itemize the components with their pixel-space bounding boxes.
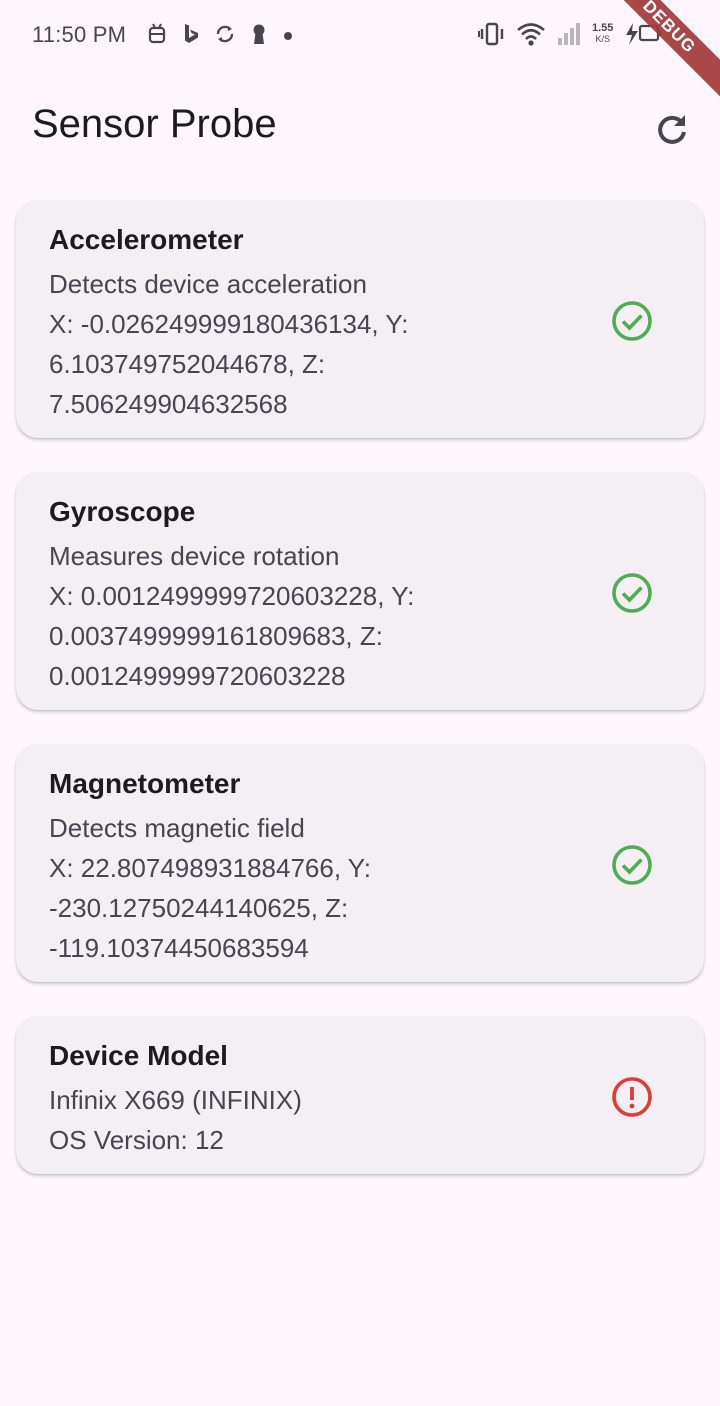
card-value-line: -119.10374450683594 — [49, 933, 309, 963]
card-title: Gyroscope — [49, 496, 196, 527]
card-value-line: -230.12750244140625, Z: — [49, 893, 349, 923]
check-circle-icon — [610, 571, 654, 615]
bing-icon — [180, 22, 202, 46]
refresh-icon — [654, 112, 690, 153]
app-bar: Sensor Probe — [0, 72, 720, 184]
network-speed-value: 1.55 — [592, 22, 614, 34]
status-time: 11:50 PM — [32, 22, 127, 47]
device-info-card: Device Model Infinix X669 (INFINIX) OS V… — [16, 1016, 704, 1174]
sensor-card-magnetometer: Magnetometer Detects magnetic field X: 2… — [16, 744, 704, 982]
page-title: Sensor Probe — [32, 102, 277, 146]
card-value-line: 6.103749752044678, Z: — [49, 349, 326, 379]
card-value-line: OS Version: 12 — [49, 1125, 224, 1155]
check-circle-icon — [610, 843, 654, 887]
vibrate-icon — [478, 20, 506, 48]
status-bar: 11:50 PM 1.55 K/S — [0, 0, 720, 72]
refresh-button[interactable] — [644, 104, 700, 160]
card-description: Measures device rotation — [49, 541, 340, 571]
robot-icon — [146, 22, 168, 46]
card-title: Magnetometer — [49, 768, 241, 799]
card-value-line: X: 0.0012499999720603228, Y: — [49, 581, 415, 611]
card-content: Device Model Infinix X669 (INFINIX) OS V… — [49, 1038, 589, 1160]
card-description: Infinix X669 (INFINIX) — [49, 1085, 302, 1115]
error-circle-icon — [610, 1075, 654, 1119]
sync-icon — [214, 22, 236, 46]
card-content: Gyroscope Measures device rotation X: 0.… — [49, 494, 589, 696]
card-description: Detects magnetic field — [49, 813, 305, 843]
network-speed-unit: K/S — [595, 34, 610, 44]
network-speed: 1.55 K/S — [592, 23, 613, 45]
card-value-line: 0.0012499999720603228 — [49, 661, 346, 691]
sensor-card-gyroscope: Gyroscope Measures device rotation X: 0.… — [16, 472, 704, 710]
card-value-line: 7.506249904632568 — [49, 389, 288, 419]
card-title: Device Model — [49, 1040, 228, 1071]
card-title: Accelerometer — [49, 224, 244, 255]
card-value-line: 0.0037499999161809683, Z: — [49, 621, 383, 651]
wifi-icon — [516, 20, 546, 48]
status-system-icons: 1.55 K/S — [478, 20, 663, 48]
card-content: Accelerometer Detects device acceleratio… — [49, 222, 589, 424]
signal-icon — [556, 20, 582, 48]
card-description: Detects device acceleration — [49, 269, 367, 299]
card-value-line: X: -0.026249999180436134, Y: — [49, 309, 409, 339]
sensor-card-accelerometer: Accelerometer Detects device acceleratio… — [16, 200, 704, 438]
status-notification-icons — [146, 22, 294, 46]
card-content: Magnetometer Detects magnetic field X: 2… — [49, 766, 589, 968]
card-value-line: X: 22.807498931884766, Y: — [49, 853, 371, 883]
dot-icon — [282, 22, 294, 46]
keyhole-icon — [248, 22, 270, 46]
check-circle-icon — [610, 299, 654, 343]
